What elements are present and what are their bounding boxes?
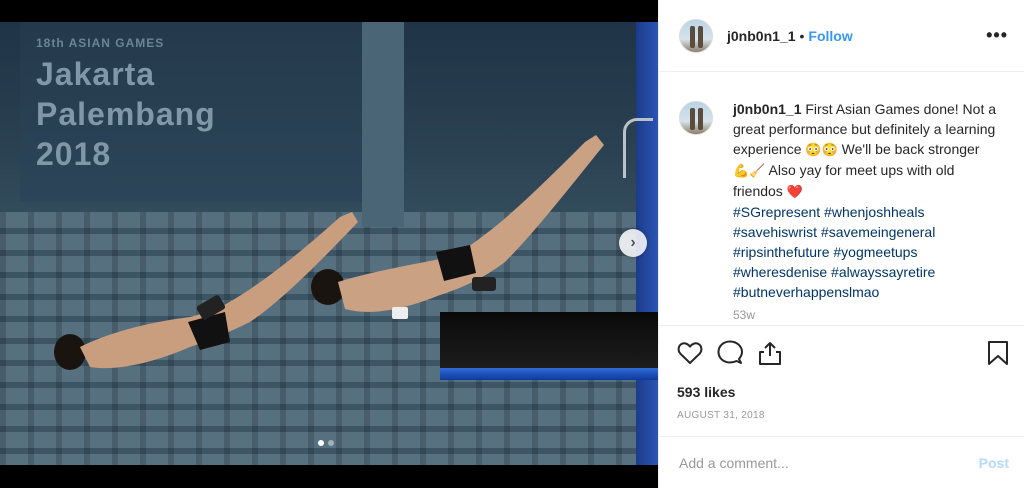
- add-comment-section: Post: [659, 436, 1024, 488]
- banner-line-1: Jakarta: [36, 56, 156, 92]
- caption-text: j0nb0n1_1 First Asian Games done! Not a …: [733, 99, 1003, 302]
- heart-icon[interactable]: [677, 341, 703, 365]
- banner-small-text: 18th ASIAN GAMES: [36, 36, 165, 50]
- comment-input[interactable]: [679, 454, 979, 471]
- hashtag-line[interactable]: #ripsinthefuture #yogmeetups: [733, 242, 1003, 262]
- heart-emoji: ❤️: [786, 184, 803, 199]
- username-link[interactable]: j0nb0n1_1: [727, 28, 795, 44]
- chevron-right-icon: ›: [630, 234, 636, 251]
- post-actions: 593 likes AUGUST 31, 2018: [659, 325, 1024, 421]
- hashtag-line[interactable]: #wheresdenise #alwayssayretire: [733, 262, 1003, 282]
- caption-row: j0nb0n1_1 First Asian Games done! Not a …: [679, 99, 1009, 302]
- platform-edge: [440, 368, 658, 380]
- flushed-emoji: 😳😳: [805, 142, 838, 157]
- hashtag-line[interactable]: #SGrepresent #whenjoshheals: [733, 202, 1003, 222]
- hashtag-line[interactable]: #savehiswrist #savemeingeneral: [733, 222, 1003, 242]
- banner-line-2: Palembang: [36, 96, 216, 132]
- carousel-next-button[interactable]: ›: [619, 229, 647, 257]
- caption-body-3: Also yay for meet ups with old friendos: [733, 162, 955, 199]
- follow-button[interactable]: Follow: [808, 28, 852, 44]
- post-header: j0nb0n1_1 • Follow •••: [659, 0, 1024, 72]
- avatar[interactable]: [679, 18, 713, 53]
- caption-avatar[interactable]: [679, 101, 713, 135]
- post-media: 18th ASIAN GAMES Jakarta Palembang 2018: [0, 0, 658, 488]
- comment-icon[interactable]: [717, 340, 743, 366]
- hashtag-line[interactable]: #butneverhappenslmao: [733, 282, 1003, 302]
- carousel-dot-1: [318, 440, 324, 446]
- muscle-broom-emoji: 💪🧹: [733, 163, 766, 178]
- post-date[interactable]: AUGUST 31, 2018: [677, 410, 1009, 421]
- platform-rail: [623, 118, 653, 178]
- caption-timestamp: 53w: [733, 308, 756, 322]
- caption-username[interactable]: j0nb0n1_1: [733, 101, 801, 117]
- banner-line-3: 2018: [36, 136, 112, 172]
- more-options-icon[interactable]: •••: [986, 25, 1008, 46]
- likes-count[interactable]: 593 likes: [677, 384, 1009, 400]
- share-icon[interactable]: [757, 340, 783, 366]
- carousel-indicator: [318, 440, 334, 446]
- separator-dot: •: [799, 27, 805, 44]
- post-sidebar: j0nb0n1_1 • Follow ••• j0nb0n1_1 First A…: [658, 0, 1024, 488]
- post-photo: 18th ASIAN GAMES Jakarta Palembang 2018: [0, 22, 658, 465]
- comments-area[interactable]: j0nb0n1_1 First Asian Games done! Not a …: [659, 73, 1024, 325]
- carousel-dot-2: [328, 440, 334, 446]
- caption-body-2: We'll be back stronger: [841, 141, 980, 157]
- post-comment-button[interactable]: Post: [979, 455, 1009, 471]
- bookmark-icon[interactable]: [987, 340, 1009, 366]
- action-icons: [677, 338, 1009, 368]
- diver-right: [300, 127, 610, 347]
